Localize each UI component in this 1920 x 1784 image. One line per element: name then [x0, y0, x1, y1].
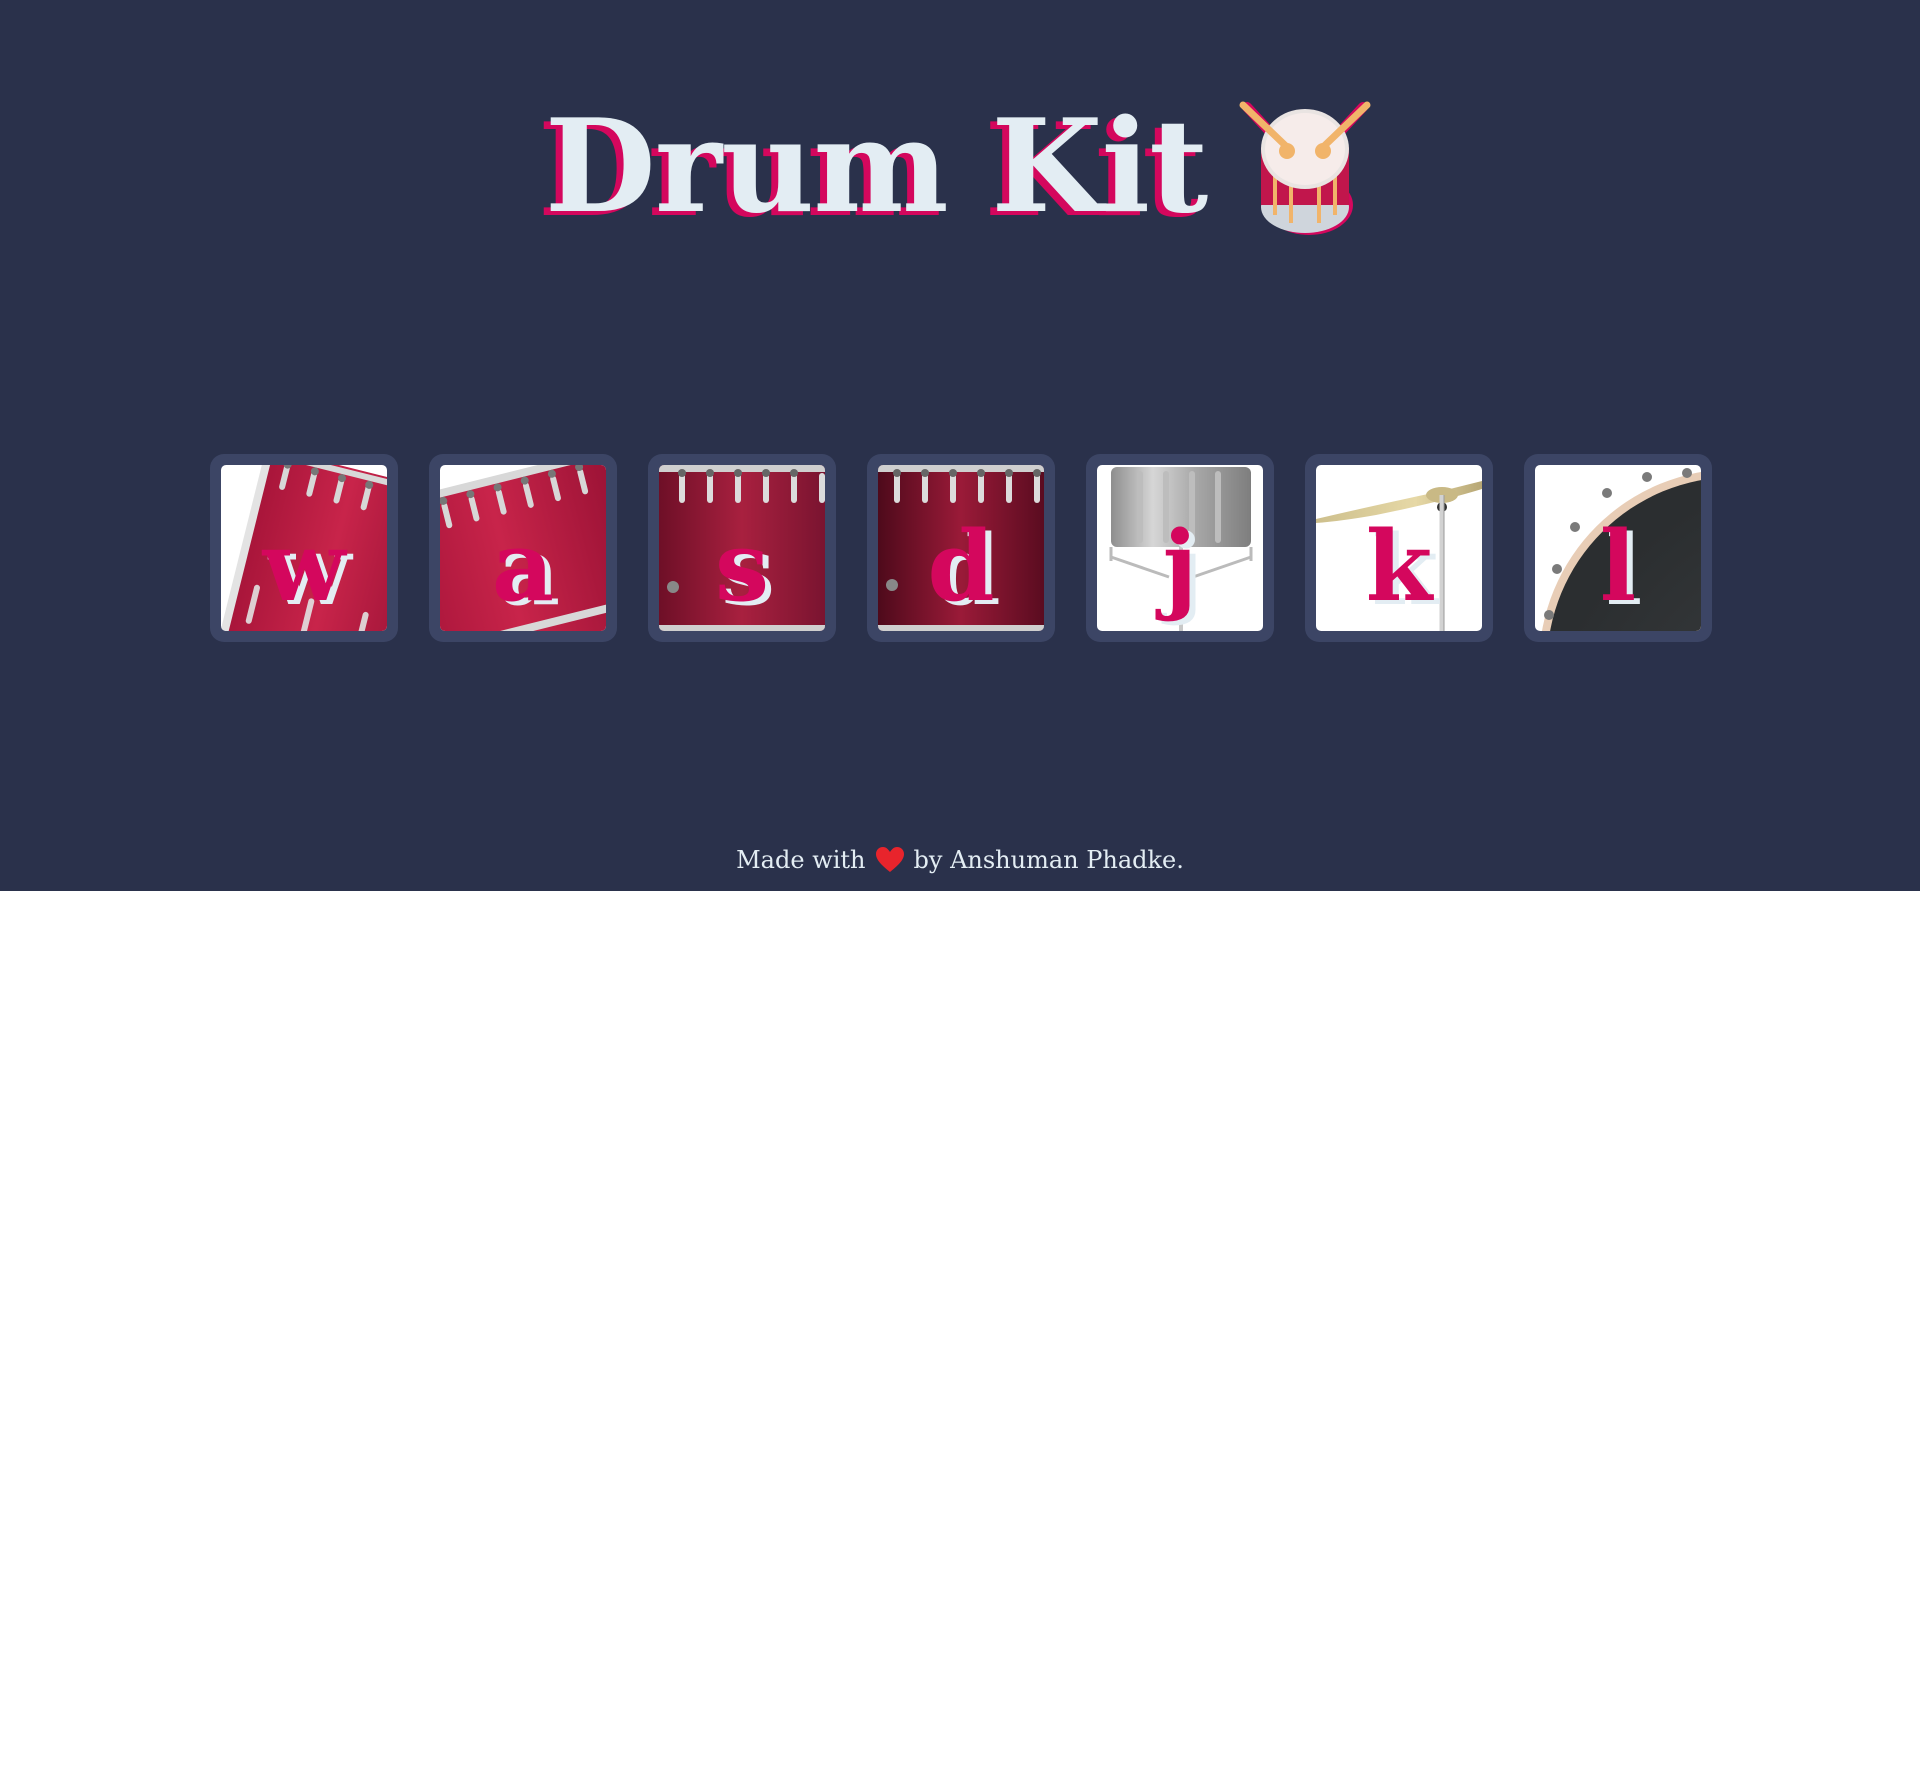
key-letter: d: [927, 510, 995, 623]
drum-key-w[interactable]: w: [210, 454, 398, 642]
drum-key-d[interactable]: d: [867, 454, 1055, 642]
key-letter: k: [1365, 510, 1433, 623]
drum-key-l[interactable]: l: [1524, 454, 1712, 642]
drum-key-a[interactable]: a: [429, 454, 617, 642]
key-letter: l: [1599, 510, 1637, 623]
key-letter: s: [714, 510, 770, 623]
drum-key-k[interactable]: k: [1305, 454, 1493, 642]
page-title: Drum Kit: [544, 92, 1208, 242]
footer: Made with by Anshuman Phadke.: [0, 843, 1920, 877]
heart-icon: [875, 846, 904, 873]
footer-author-link[interactable]: by Anshuman Phadke.: [914, 846, 1184, 874]
page-header: Drum Kit: [0, 92, 1920, 242]
drum-kit-app: Drum Kit w a s d j k l Made with by Ansh…: [0, 0, 1920, 891]
drum-key-j[interactable]: j: [1086, 454, 1274, 642]
drum-icon: [1235, 99, 1375, 239]
drum-key-s[interactable]: s: [648, 454, 836, 642]
key-letter: a: [491, 510, 555, 623]
footer-made-with: Made with: [736, 846, 866, 874]
key-letter: w: [262, 510, 346, 623]
drum-keys: w a s d j k l: [210, 454, 1712, 642]
key-letter: j: [1162, 510, 1198, 623]
